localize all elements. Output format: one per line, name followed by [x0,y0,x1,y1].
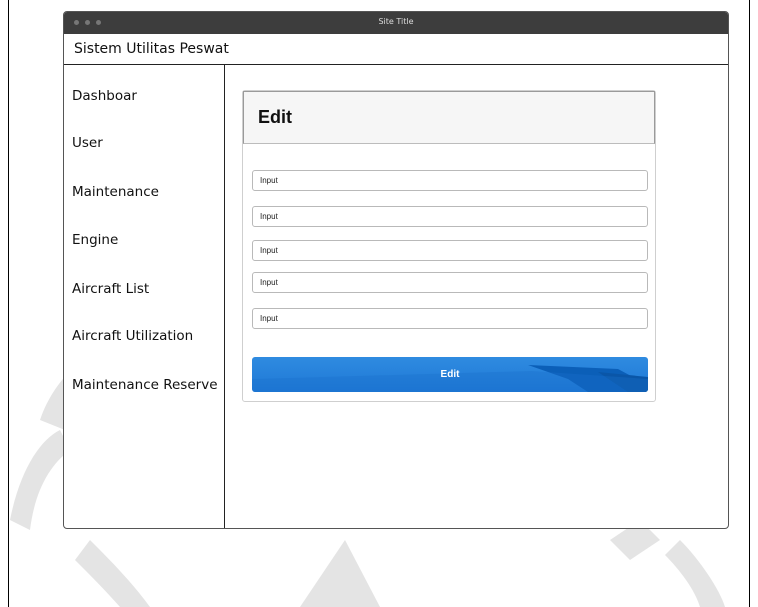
main-layout: Dashboar User Maintenance Engine Aircraf… [64,65,728,528]
sidebar-item-dashboard[interactable]: Dashboar [72,88,137,104]
app-name: Sistem Utilitas Peswat [74,41,229,57]
edit-form-title: Edit [243,91,655,144]
sidebar-item-aircraft-list[interactable]: Aircraft List [72,281,149,297]
edit-button-label: Edit [440,369,460,380]
window-titlebar: Site Title [64,12,728,34]
input-field-2[interactable] [252,206,648,227]
input-field-1[interactable] [252,170,648,191]
sidebar-item-maintenance[interactable]: Maintenance [72,184,159,200]
input-field-5[interactable] [252,308,648,329]
sidebar-item-engine[interactable]: Engine [72,232,118,248]
sidebar-item-aircraft-utilization[interactable]: Aircraft Utilization [72,328,193,344]
browser-window: Site Title Sistem Utilitas Peswat Dashbo… [63,11,729,529]
sidebar-item-maintenance-reserve[interactable]: Maintenance Reserve [72,377,218,393]
sidebar: Dashboar User Maintenance Engine Aircraf… [64,65,225,528]
window-title: Site Title [378,17,414,26]
app-header: Sistem Utilitas Peswat [64,34,728,65]
input-field-4[interactable] [252,272,648,293]
input-field-3[interactable] [252,240,648,261]
sidebar-item-user[interactable]: User [72,135,103,151]
edit-form-card: Edit Edit [242,90,656,402]
edit-submit-button[interactable]: Edit [252,357,648,392]
